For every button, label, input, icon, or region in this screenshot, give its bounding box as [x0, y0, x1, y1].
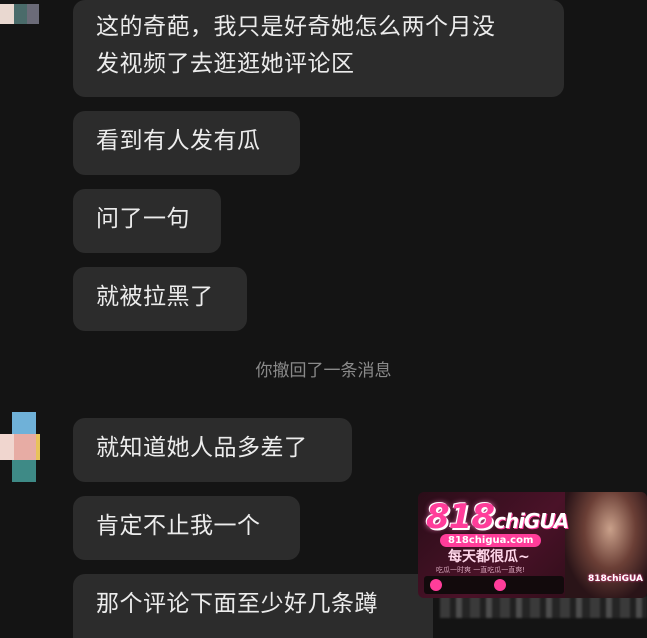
- message-text: 问了一句: [96, 206, 190, 232]
- avatar-tile: [0, 434, 14, 460]
- message-text: 那个评论下面至少好几条蹲: [96, 591, 378, 617]
- message-bubble[interactable]: 就被拉黑了: [73, 267, 247, 331]
- message-text: 就知道她人品多差了: [96, 435, 308, 461]
- message-text-line: 发视频了去逛逛她评论区: [96, 51, 355, 77]
- message-text: 肯定不止我一个: [96, 513, 261, 539]
- watermark-url: 818chigua.com: [440, 534, 542, 547]
- blurred-text-overlay: [440, 596, 647, 618]
- avatar-blurred[interactable]: [0, 412, 40, 482]
- message-text: 就被拉黑了: [96, 284, 214, 310]
- avatar-tile: [14, 4, 27, 24]
- watermark-slogan: 每天都很瓜~: [448, 549, 530, 565]
- watermark-strip-icon: [494, 579, 506, 591]
- watermark-logo-number: 818: [426, 497, 495, 537]
- message-bubble[interactable]: 就知道她人品多差了: [73, 418, 352, 482]
- avatar-tile: [27, 4, 39, 24]
- watermark-subtitle: 吃瓜一时爽 一直吃瓜一直爽!: [436, 566, 526, 574]
- recall-notice: 你撤回了一条消息: [255, 361, 392, 381]
- message-bubble[interactable]: 问了一句: [73, 189, 221, 253]
- watermark-corner-logo: 818chiGUA: [588, 574, 643, 584]
- avatar-blurred-top[interactable]: [0, 0, 40, 32]
- message-text-line: 这的奇葩，我只是好奇她怎么两个月没: [96, 14, 496, 40]
- message-bubble[interactable]: 这的奇葩，我只是好奇她怎么两个月没 发视频了去逛逛她评论区: [73, 0, 564, 97]
- watermark-strip: [424, 576, 564, 594]
- watermark-logo-suffix: chiGUA: [493, 509, 569, 533]
- chat-screen: 这的奇葩，我只是好奇她怎么两个月没 发视频了去逛逛她评论区 看到有人发有瓜 问了…: [0, 0, 647, 638]
- message-text: 看到有人发有瓜: [96, 128, 261, 154]
- avatar-tile: [12, 460, 36, 482]
- message-bubble[interactable]: 看到有人发有瓜: [73, 111, 300, 175]
- watermark-strip-icon: [430, 579, 442, 591]
- avatar-tile: [14, 434, 36, 460]
- avatar-tile: [0, 4, 14, 24]
- message-bubble[interactable]: 肯定不止我一个: [73, 496, 300, 560]
- avatar-tile: [36, 434, 40, 460]
- avatar-tile: [12, 412, 36, 434]
- message-bubble[interactable]: 那个评论下面至少好几条蹲: [73, 574, 433, 638]
- watermark-ad: 818chiGUA 818chigua.com 每天都很瓜~ 吃瓜一时爽 一直吃…: [418, 492, 647, 598]
